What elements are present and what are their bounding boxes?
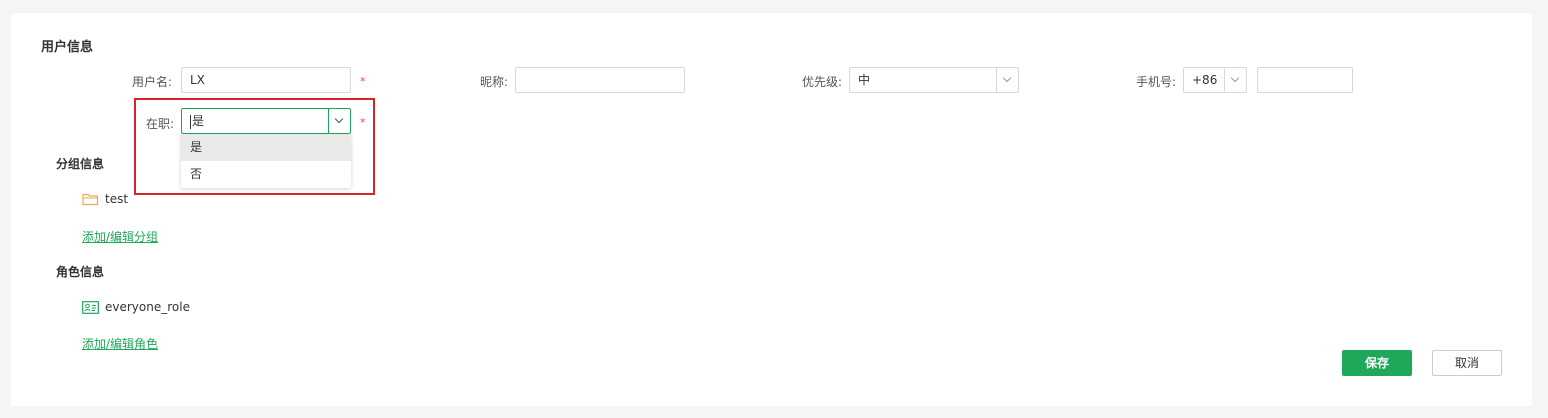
phone-code-value: +86	[1192, 73, 1218, 87]
nickname-label: 昵称:	[479, 75, 508, 89]
phone-code-select[interactable]: +86	[1183, 67, 1247, 93]
employed-label: 在职:	[145, 117, 174, 131]
role-info-title: 角色信息	[56, 265, 105, 279]
employed-required-mark: *	[360, 116, 366, 129]
group-info-title: 分组信息	[56, 157, 105, 171]
dropdown-option-yes[interactable]: 是	[181, 134, 351, 161]
priority-select[interactable]: 中	[849, 67, 1019, 93]
chevron-down-icon[interactable]	[1224, 68, 1246, 92]
role-item: everyone_role	[105, 300, 190, 314]
role-icon	[82, 301, 99, 314]
folder-icon	[82, 192, 99, 206]
nickname-input[interactable]	[515, 67, 685, 93]
employed-value-text: 是	[192, 114, 205, 128]
edit-group-link[interactable]: 添加/编辑分组	[82, 228, 158, 245]
group-item: test	[105, 192, 129, 206]
phone-label: 手机号:	[1135, 75, 1176, 89]
username-required-mark: *	[360, 75, 366, 88]
employed-select[interactable]: 是	[181, 108, 351, 134]
dropdown-option-no[interactable]: 否	[181, 161, 351, 188]
phone-input[interactable]	[1257, 67, 1353, 93]
chevron-down-icon[interactable]	[328, 109, 350, 133]
username-label: 用户名:	[131, 75, 172, 89]
save-button[interactable]: 保存	[1342, 350, 1412, 376]
text-caret	[190, 114, 191, 129]
priority-value: 中	[858, 73, 871, 87]
priority-label: 优先级:	[801, 75, 842, 89]
cancel-button[interactable]: 取消	[1432, 350, 1502, 376]
employed-dropdown: 是 否	[181, 134, 351, 188]
chevron-down-icon[interactable]	[996, 68, 1018, 92]
edit-role-link[interactable]: 添加/编辑角色	[82, 335, 158, 352]
user-info-title: 用户信息	[41, 40, 94, 55]
employed-value: 是	[190, 109, 204, 133]
username-input[interactable]: LX	[181, 67, 351, 93]
